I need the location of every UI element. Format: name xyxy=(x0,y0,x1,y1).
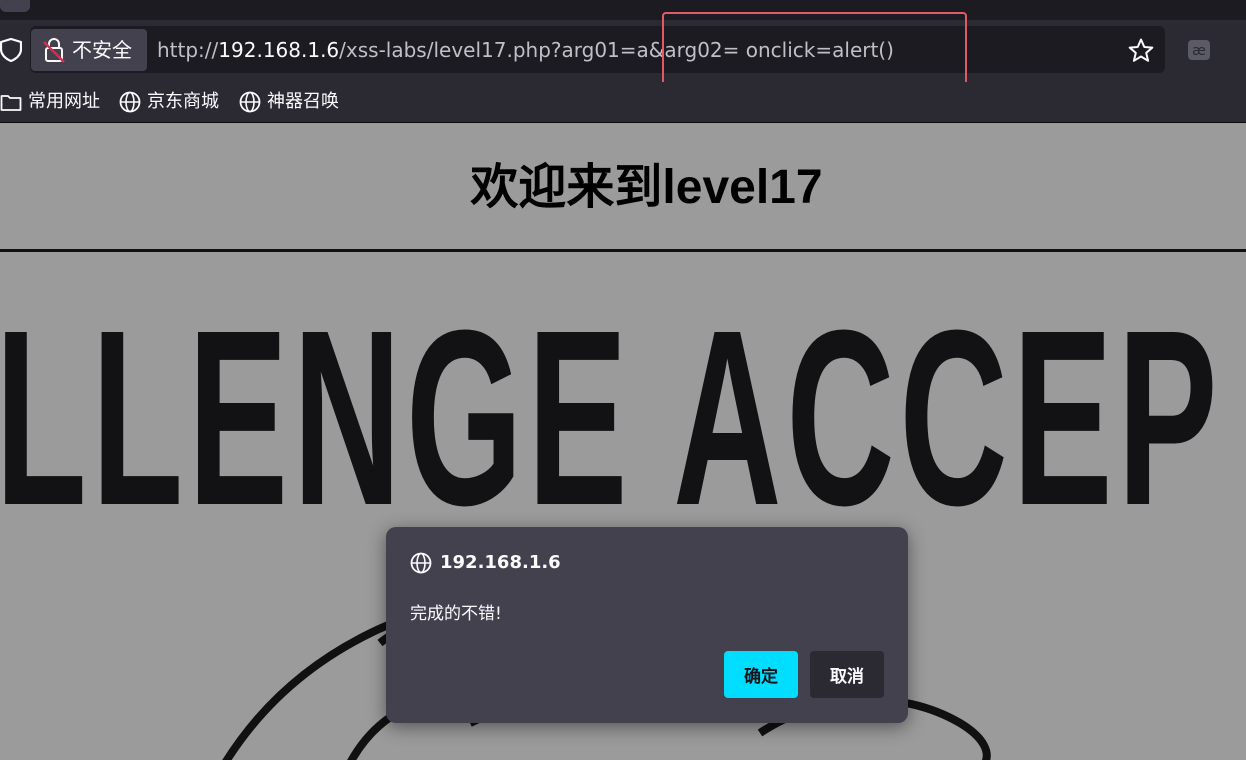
cancel-button[interactable]: 取消 xyxy=(810,651,884,698)
dialog-header: 192.168.1.6 xyxy=(410,551,561,575)
translate-extension-icon[interactable]: æ xyxy=(1187,39,1211,61)
globe-icon xyxy=(239,91,261,113)
dialog-origin: 192.168.1.6 xyxy=(440,552,561,573)
svg-text:æ: æ xyxy=(1192,43,1206,59)
bookmark-label: 京东商城 xyxy=(147,91,219,112)
url-scheme: http:// xyxy=(157,38,219,62)
tab-fragment[interactable] xyxy=(0,0,30,12)
bookmark-tool-summon[interactable]: 神器召唤 xyxy=(239,90,339,114)
alert-dialog: 192.168.1.6 完成的不错! 确定 取消 xyxy=(386,527,908,723)
bookmark-jd-mall[interactable]: 京东商城 xyxy=(119,90,219,114)
tracking-protection-shield-icon[interactable] xyxy=(0,38,22,62)
url-host: 192.168.1.6 xyxy=(218,38,340,62)
insecure-lock-icon xyxy=(43,38,65,63)
security-label[interactable]: 不安全 xyxy=(72,36,132,64)
divider xyxy=(0,249,1246,252)
bookmark-label: 神器召唤 xyxy=(267,91,339,112)
dialog-message: 完成的不错! xyxy=(410,604,502,624)
annotation-highlight-box xyxy=(662,12,967,89)
bookmark-label: 常用网址 xyxy=(28,91,100,112)
ok-button[interactable]: 确定 xyxy=(724,651,798,698)
page-title: 欢迎来到level17 xyxy=(470,161,823,214)
globe-icon xyxy=(119,91,141,113)
tab-strip xyxy=(0,0,1246,20)
bookmark-folder-common[interactable]: 常用网址 xyxy=(0,90,100,114)
folder-icon xyxy=(0,95,22,111)
bookmark-star-icon[interactable] xyxy=(1127,37,1155,65)
globe-icon xyxy=(410,552,432,574)
